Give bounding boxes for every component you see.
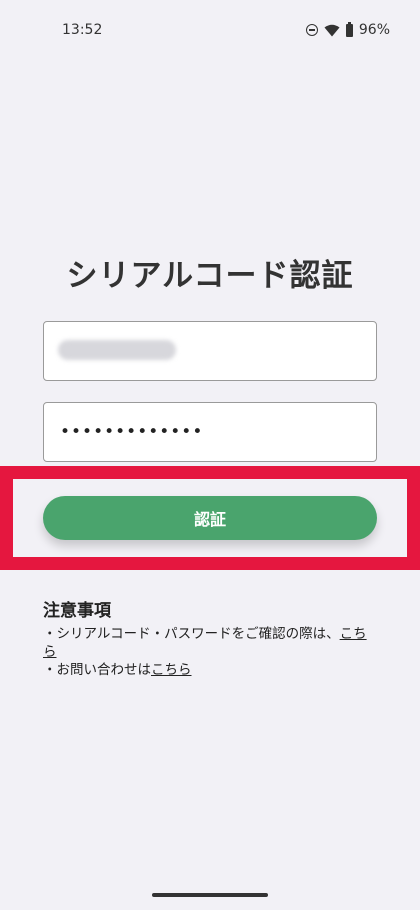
status-icons: 96%	[305, 21, 390, 38]
authenticate-button[interactable]: 認証	[43, 496, 377, 540]
home-indicator[interactable]	[152, 893, 268, 897]
password-input[interactable]	[43, 402, 377, 462]
status-time: 13:52	[62, 22, 103, 38]
note-text-contact: ・お問い合わせは	[43, 662, 151, 678]
note-line-contact: ・お問い合わせはこちら	[43, 661, 377, 679]
note-text-serial-check: ・シリアルコード・パスワードをご確認の際は、	[43, 626, 340, 642]
battery-percent: 96%	[358, 22, 390, 38]
contact-link[interactable]: こちら	[151, 662, 192, 678]
redacted-serial-code	[58, 340, 176, 360]
note-line-serial-check: ・シリアルコード・パスワードをご確認の際は、こちら	[43, 625, 377, 661]
do-not-disturb-icon	[305, 24, 318, 36]
page-title: シリアルコード認証	[66, 258, 354, 294]
battery-icon	[345, 21, 353, 37]
notes-section: 注意事項 ・シリアルコード・パスワードをご確認の際は、こちら ・お問い合わせはこ…	[43, 596, 377, 679]
wifi-icon	[324, 24, 340, 36]
status-bar: 13:52 96%	[0, 0, 420, 64]
notes-heading: 注意事項	[43, 601, 111, 621]
